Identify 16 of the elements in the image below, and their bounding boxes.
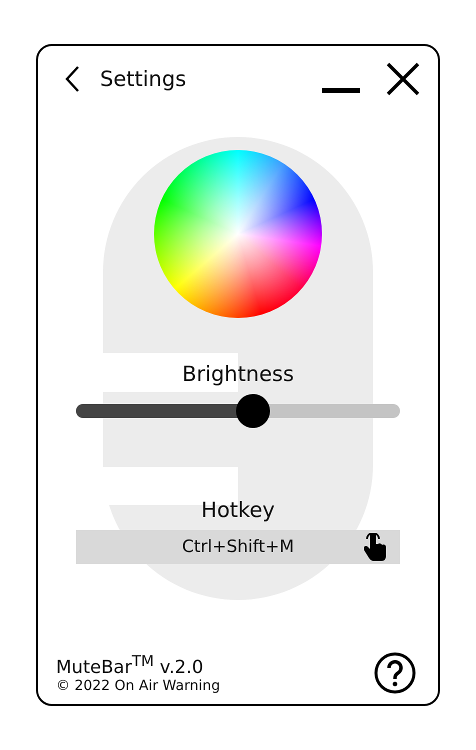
minimize-button[interactable]: [322, 88, 360, 94]
brightness-slider[interactable]: [76, 394, 400, 428]
hotkey-label: Hotkey: [201, 498, 275, 522]
brightness-label: Brightness: [182, 362, 294, 386]
back-button[interactable]: [64, 65, 80, 93]
copyright-text: © 2022 On Air Warning: [56, 678, 220, 694]
hotkey-field[interactable]: Ctrl+Shift+M: [76, 530, 400, 564]
window-title: Settings: [100, 67, 186, 91]
close-button[interactable]: [386, 62, 420, 96]
close-icon: [386, 62, 420, 96]
hand-pointer-icon: [364, 533, 388, 563]
help-icon: [374, 652, 416, 694]
back-icon: [64, 65, 80, 93]
help-button[interactable]: [374, 652, 416, 694]
product-version: MuteBar$^{TM}$ v.2.0: [56, 652, 204, 678]
minimize-icon: [322, 88, 360, 94]
